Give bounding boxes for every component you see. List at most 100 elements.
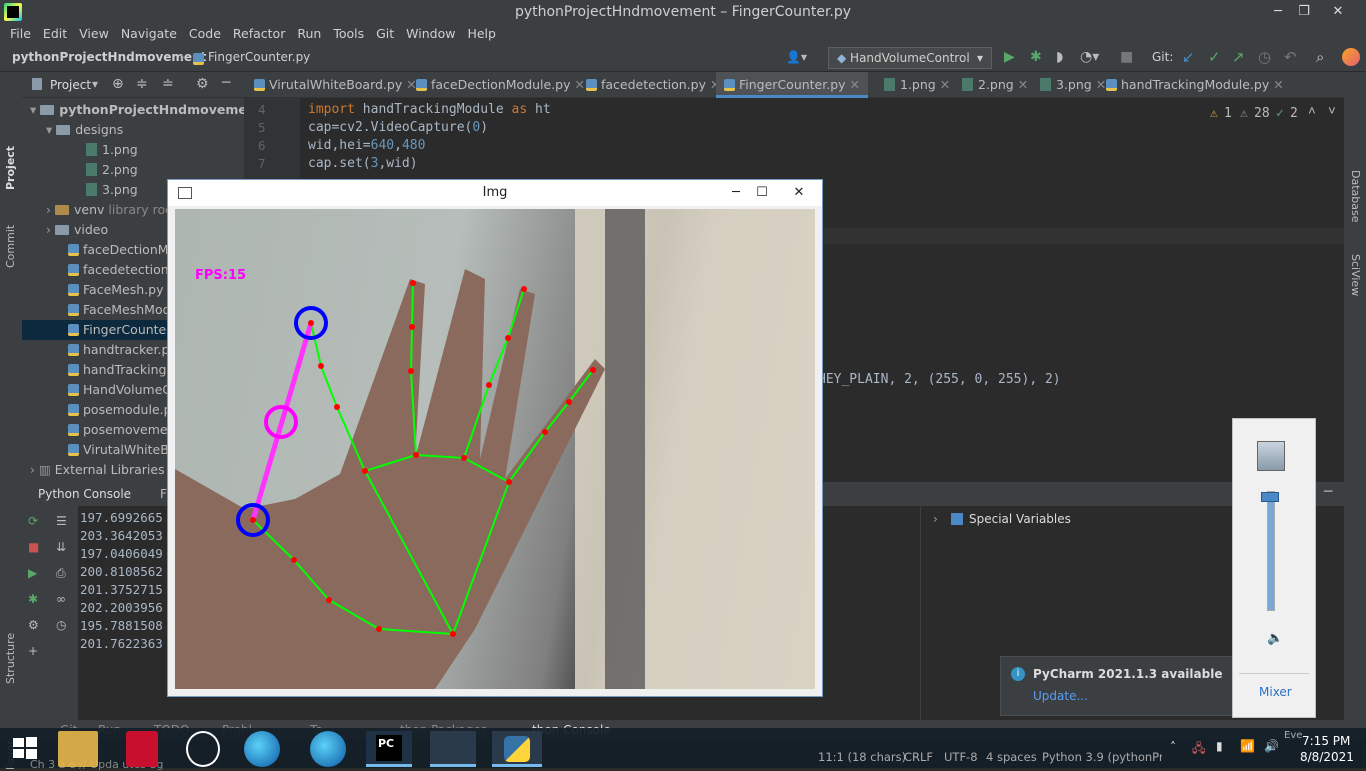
history-icon[interactable]: ◷ bbox=[56, 618, 66, 632]
tree-item-3-png[interactable]: 3.png bbox=[86, 180, 138, 200]
chevron-down-icon[interactable]: ▾ bbox=[92, 77, 98, 91]
menu-run[interactable]: Run bbox=[291, 24, 327, 44]
git-update-icon[interactable]: ↙ bbox=[1182, 48, 1195, 66]
tab-handtrackingmodule[interactable]: handTrackingModule.py ✕ bbox=[1106, 72, 1284, 98]
warning-icon[interactable]: ⚠ bbox=[1210, 106, 1218, 121]
close-tab-icon[interactable]: ✕ bbox=[1273, 77, 1283, 92]
run-icon[interactable]: ▶ bbox=[1004, 49, 1015, 65]
edge-icon[interactable] bbox=[310, 731, 346, 767]
python-taskbar-icon[interactable] bbox=[492, 731, 542, 767]
print-icon[interactable]: ⎙ bbox=[56, 566, 66, 581]
image-viewer-taskbar-icon[interactable] bbox=[430, 731, 476, 767]
rerun-icon[interactable]: ⟳ bbox=[28, 514, 38, 528]
tree-item-external-libraries[interactable]: › ▥ External Libraries bbox=[30, 460, 165, 480]
sciview-tool-tab[interactable]: SciView bbox=[1349, 254, 1362, 296]
project-tool-tab[interactable]: Project bbox=[4, 146, 17, 190]
tab-facedectionmodule[interactable]: faceDectionModule.py ✕ bbox=[416, 72, 585, 98]
locate-icon[interactable]: ⊕ bbox=[112, 76, 124, 92]
close-tab-icon[interactable]: ✕ bbox=[575, 77, 585, 92]
chevron-up-icon[interactable]: ˄ bbox=[1308, 104, 1316, 119]
scroll-end-icon[interactable]: ⇊ bbox=[56, 540, 66, 554]
tab-2-png[interactable]: 2.png ✕ bbox=[962, 72, 1028, 98]
network-alert-icon[interactable]: 🖧 bbox=[1192, 739, 1205, 760]
structure-tool-tab[interactable]: Structure bbox=[4, 633, 17, 684]
mute-toggle-icon[interactable]: 🔈 bbox=[1267, 631, 1283, 646]
menu-refactor[interactable]: Refactor bbox=[227, 24, 291, 44]
commit-tool-tab[interactable]: Commit bbox=[4, 225, 17, 268]
acrobat-icon[interactable] bbox=[126, 731, 158, 767]
close-tab-icon[interactable]: ✕ bbox=[1018, 77, 1028, 92]
tree-item-file[interactable]: HandVolumeCo bbox=[68, 380, 179, 400]
run-icon[interactable]: ▶ bbox=[28, 566, 37, 580]
tray-chevron-icon[interactable]: ˄ bbox=[1170, 740, 1176, 754]
soft-wrap-icon[interactable]: ☰ bbox=[56, 514, 67, 528]
profile-icon[interactable]: ◔▾ bbox=[1080, 49, 1099, 65]
tree-item-2-png[interactable]: 2.png bbox=[86, 160, 138, 180]
menu-view[interactable]: View bbox=[73, 24, 115, 44]
close-tab-icon[interactable]: ✕ bbox=[940, 77, 950, 92]
edge-icon[interactable] bbox=[244, 731, 280, 767]
volume-slider-thumb[interactable] bbox=[1261, 492, 1279, 502]
tree-item-file[interactable]: posemovement bbox=[68, 420, 180, 440]
tree-root[interactable]: ▾ pythonProjectHndmovement bbox=[30, 100, 262, 120]
tab-1-png[interactable]: 1.png ✕ bbox=[884, 72, 950, 98]
show-variables-icon[interactable]: ∞ bbox=[56, 592, 66, 606]
tree-item-file[interactable]: FaceMeshModu bbox=[68, 300, 178, 320]
tab-facedetection[interactable]: facedetection.py ✕ bbox=[586, 72, 720, 98]
file-encoding[interactable]: UTF-8 bbox=[944, 750, 978, 764]
minimize-icon[interactable]: ─ bbox=[724, 180, 748, 206]
menu-navigate[interactable]: Navigate bbox=[115, 24, 183, 44]
git-commit-icon[interactable]: ✓ bbox=[1208, 48, 1221, 66]
webcam-app-icon[interactable] bbox=[186, 731, 220, 767]
tree-item-venv[interactable]: › venv library roo bbox=[46, 200, 173, 220]
breadcrumb-file[interactable]: FingerCounter.py bbox=[208, 50, 310, 64]
weak-warning-icon[interactable]: ⚠ bbox=[1240, 106, 1248, 121]
stop-icon[interactable]: ■ bbox=[28, 540, 39, 554]
line-separator[interactable]: CRLF bbox=[904, 750, 933, 764]
stop-icon[interactable]: ■ bbox=[1120, 49, 1133, 65]
file-explorer-icon[interactable] bbox=[58, 731, 98, 767]
history-icon[interactable]: ◷ bbox=[1258, 48, 1271, 66]
search-icon[interactable]: ⌕ bbox=[1316, 48, 1324, 66]
close-icon[interactable]: ✕ bbox=[776, 180, 822, 206]
update-notification[interactable]: i PyCharm 2021.1.3 available Update... bbox=[1000, 656, 1236, 716]
close-tab-icon[interactable]: ✕ bbox=[1096, 77, 1106, 92]
update-link[interactable]: Update... bbox=[1033, 689, 1088, 703]
rollback-icon[interactable]: ↶ bbox=[1284, 48, 1297, 66]
chevron-right-icon[interactable]: › bbox=[933, 512, 938, 526]
git-push-icon[interactable]: ↗ bbox=[1232, 48, 1245, 66]
menu-help[interactable]: Help bbox=[461, 24, 502, 44]
collapse-all-icon[interactable]: ≐ bbox=[162, 76, 174, 92]
menu-tools[interactable]: Tools bbox=[327, 24, 370, 44]
clock-time[interactable]: 7:15 PM bbox=[1302, 734, 1350, 748]
user-icon[interactable]: 👤▾ bbox=[786, 50, 807, 64]
volume-icon[interactable]: 🔊 bbox=[1264, 739, 1279, 753]
python-interpreter[interactable]: Python 3.9 (pythonProjectHndmovement) bbox=[1042, 750, 1162, 764]
windows-start-icon[interactable] bbox=[12, 736, 38, 760]
coverage-icon[interactable]: ◗ bbox=[1056, 49, 1063, 65]
settings-icon[interactable]: ⚙ bbox=[28, 618, 39, 632]
ide-updates-icon[interactable] bbox=[1342, 48, 1360, 66]
menu-edit[interactable]: Edit bbox=[37, 24, 73, 44]
breadcrumb-project[interactable]: pythonProjectHndmovement bbox=[12, 50, 206, 64]
close-icon[interactable]: ✕ bbox=[1322, 0, 1354, 24]
menu-git[interactable]: Git bbox=[370, 24, 400, 44]
tree-item-file[interactable]: FaceMesh.py bbox=[68, 280, 163, 300]
clock-date[interactable]: 8/8/2021 bbox=[1300, 750, 1354, 764]
hide-panel-icon[interactable]: ─ bbox=[1324, 484, 1332, 500]
close-tab-icon[interactable]: ✕ bbox=[850, 77, 860, 92]
volume-track[interactable] bbox=[1267, 491, 1275, 611]
debug-icon[interactable]: ✱ bbox=[1030, 49, 1042, 65]
tab-3-png[interactable]: 3.png ✕ bbox=[1040, 72, 1106, 98]
console-tab[interactable]: Python Console bbox=[38, 487, 131, 501]
typo-icon[interactable]: ✓ bbox=[1276, 106, 1284, 121]
add-icon[interactable]: + bbox=[28, 644, 38, 658]
database-tool-tab[interactable]: Database bbox=[1349, 170, 1362, 223]
caret-position[interactable]: 11:1 (18 chars) bbox=[818, 750, 906, 764]
hide-panel-icon[interactable]: ─ bbox=[222, 75, 230, 91]
pycharm-taskbar-icon[interactable]: PC bbox=[366, 731, 412, 767]
tab-fingercounter[interactable]: FingerCounter.py ✕ bbox=[716, 72, 869, 98]
project-panel-title[interactable]: Project bbox=[50, 78, 91, 92]
tree-item-file[interactable]: handTrackingM bbox=[68, 360, 177, 380]
expand-all-icon[interactable]: ≑ bbox=[136, 76, 148, 92]
